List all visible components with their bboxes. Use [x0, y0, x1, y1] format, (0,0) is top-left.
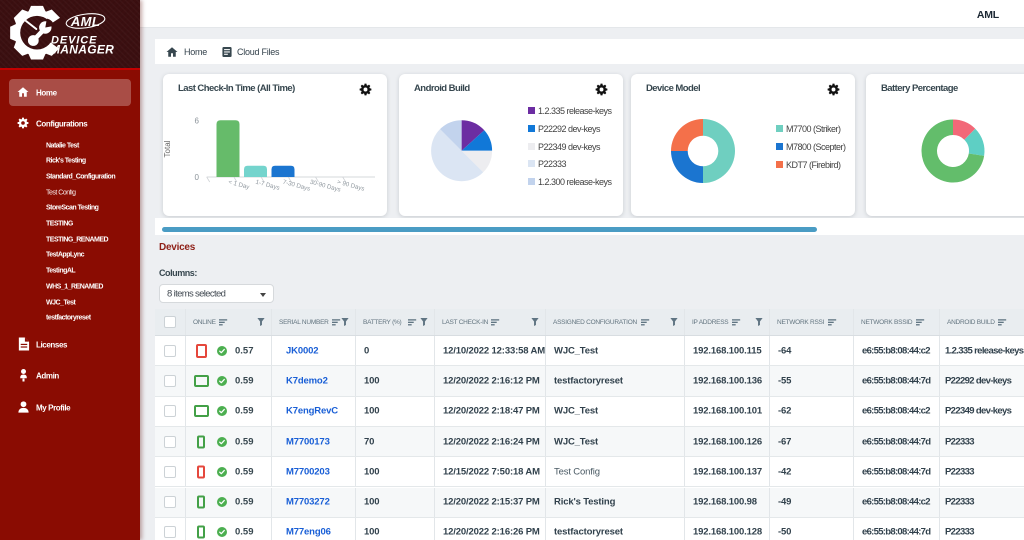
svg-text:0: 0 [195, 173, 200, 182]
svg-text:7-30 Days: 7-30 Days [282, 179, 311, 193]
svg-text:AML: AML [70, 14, 100, 29]
svg-text:MANAGER: MANAGER [50, 43, 114, 57]
svg-text:6: 6 [195, 117, 200, 126]
svg-text:Total: Total [163, 140, 172, 157]
svg-text:> 90 Days: > 90 Days [336, 179, 365, 193]
svg-text:< 1 Day: < 1 Day [227, 179, 250, 192]
svg-text:1-7 Days: 1-7 Days [255, 179, 281, 192]
